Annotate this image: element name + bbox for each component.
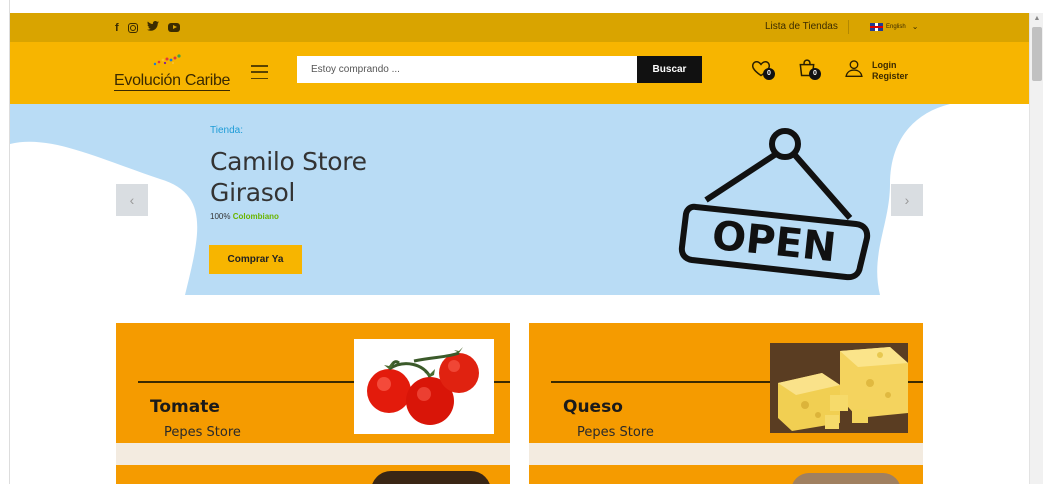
product-card-footer bbox=[116, 443, 510, 465]
social-links: f bbox=[115, 21, 180, 34]
language-selector[interactable]: English ⌄ bbox=[870, 22, 918, 31]
twitter-icon[interactable] bbox=[146, 21, 159, 34]
hero-title: Camilo Store Girasol bbox=[210, 146, 367, 208]
cart-count-badge: 0 bbox=[809, 68, 821, 80]
page-scrollbar[interactable]: ▲ bbox=[1029, 13, 1043, 484]
facebook-icon[interactable]: f bbox=[115, 22, 119, 34]
product-image-partial bbox=[791, 473, 901, 484]
register-link[interactable]: Register bbox=[872, 71, 908, 82]
scroll-up-arrow-icon[interactable]: ▲ bbox=[1033, 15, 1041, 23]
slider-prev-button[interactable]: ‹ bbox=[116, 184, 148, 216]
window-left-edge bbox=[0, 0, 10, 484]
main-header: Evolución Caribe Buscar 0 0 Login bbox=[10, 42, 1029, 104]
product-image-tomato bbox=[354, 339, 494, 434]
hero-subtitle-prefix: 100% bbox=[210, 212, 231, 221]
store-list-link[interactable]: Lista de Tiendas bbox=[765, 21, 838, 32]
hero-subtitle: 100% Colombiano bbox=[210, 212, 279, 221]
hero-background-shapes bbox=[10, 104, 1029, 295]
product-store: Pepes Store bbox=[164, 425, 241, 440]
open-sign-illustration: OPEN bbox=[678, 128, 871, 281]
slider-next-button[interactable]: › bbox=[891, 184, 923, 216]
menu-hamburger-icon[interactable] bbox=[251, 65, 268, 79]
hero-title-line-1: Camilo Store bbox=[210, 147, 367, 176]
product-image-partial bbox=[371, 471, 491, 484]
product-name: Tomate bbox=[150, 397, 220, 417]
instagram-icon[interactable] bbox=[127, 22, 138, 33]
wishlist-button[interactable]: 0 bbox=[751, 58, 775, 80]
language-label: English bbox=[886, 23, 906, 30]
wishlist-count-badge: 0 bbox=[763, 68, 775, 80]
product-card-next[interactable] bbox=[116, 465, 510, 484]
account-links: Login Register bbox=[872, 60, 908, 82]
product-card[interactable]: Queso Pepes Store bbox=[529, 323, 923, 443]
chevron-down-icon: ⌄ bbox=[911, 22, 919, 31]
uk-flag-icon bbox=[870, 22, 883, 31]
buy-now-button[interactable]: Comprar Ya bbox=[209, 245, 302, 274]
user-icon[interactable] bbox=[844, 58, 866, 80]
site-logo[interactable]: Evolución Caribe bbox=[114, 54, 234, 92]
login-link[interactable]: Login bbox=[872, 60, 908, 71]
product-card-next[interactable] bbox=[529, 465, 923, 484]
page-viewport: f Lista de Tiendas English ⌄ Evolución C… bbox=[10, 13, 1029, 484]
search-button[interactable]: Buscar bbox=[637, 56, 702, 83]
hero-slider: ‹ › Tienda: Camilo Store Girasol 100% Co… bbox=[10, 104, 1029, 295]
youtube-icon[interactable] bbox=[167, 23, 180, 32]
hero-subtitle-highlight: Colombiano bbox=[232, 212, 279, 221]
logo-text: Evolución Caribe bbox=[114, 72, 231, 91]
product-card[interactable]: Tomate Pepes Store bbox=[116, 323, 510, 443]
product-store: Pepes Store bbox=[577, 425, 654, 440]
window-top-edge bbox=[0, 0, 1043, 13]
search-input[interactable] bbox=[297, 56, 637, 83]
product-card-footer bbox=[529, 443, 923, 465]
hero-title-line-2: Girasol bbox=[210, 178, 296, 207]
top-bar: f Lista de Tiendas English ⌄ bbox=[10, 13, 1029, 42]
cart-button[interactable]: 0 bbox=[797, 58, 821, 80]
topbar-divider bbox=[848, 20, 849, 34]
logo-mark-icon bbox=[153, 54, 181, 66]
product-image-cheese bbox=[770, 343, 908, 433]
hero-label: Tienda: bbox=[210, 125, 243, 136]
product-name: Queso bbox=[563, 397, 623, 417]
scrollbar-thumb[interactable] bbox=[1032, 27, 1042, 81]
